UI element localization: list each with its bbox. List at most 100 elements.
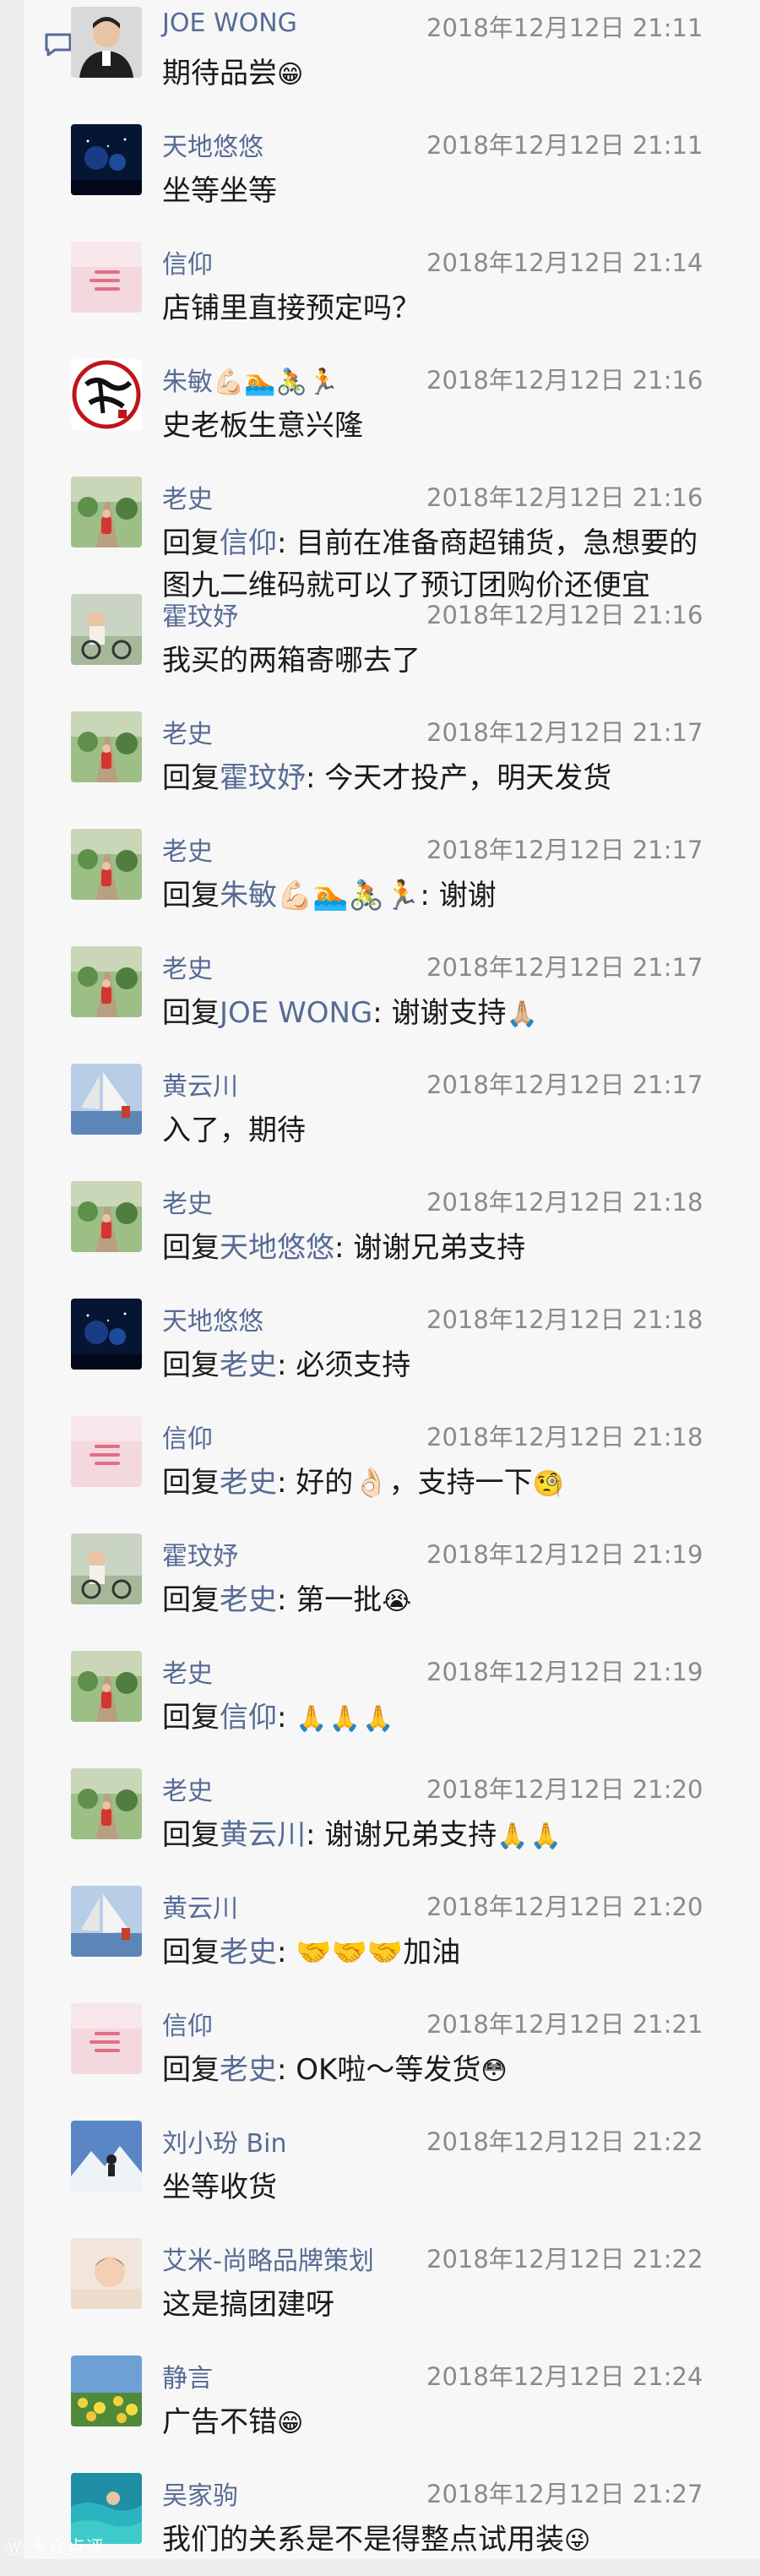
reply-to-name[interactable]: 信仰	[220, 526, 277, 560]
comment-item[interactable]: 朱敏💪🏻🏊🚴🏃 2018年12月12日 21:16 史老板生意兴隆	[0, 352, 760, 462]
comment-item[interactable]: 刘小玢 Bin 2018年12月12日 21:22 坐等收货	[0, 2114, 760, 2224]
emoji-icon: 🙏🙏	[497, 1822, 563, 1851]
avatar[interactable]	[71, 1886, 142, 1957]
avatar[interactable]	[71, 1299, 142, 1370]
comment-item[interactable]: JOE WONG 2018年12月12日 21:11 期待品尝😁	[0, 0, 760, 110]
reply-to-name[interactable]: 信仰	[220, 1701, 277, 1735]
comment-text: 回复JOE WONG: 谢谢支持🙏🏼	[162, 992, 711, 1036]
comment-item[interactable]: 老史 2018年12月12日 21:20 回复黄云川: 谢谢兄弟支持🙏🙏	[0, 1762, 760, 1871]
avatar[interactable]	[71, 2355, 142, 2426]
avatar[interactable]	[71, 1181, 142, 1252]
comment-body: 我买的两箱寄哪去了	[162, 644, 421, 678]
avatar[interactable]	[71, 946, 142, 1017]
comment-text: 回复朱敏💪🏻🏊🚴🏃: 谢谢	[162, 874, 711, 917]
avatar[interactable]	[71, 359, 142, 430]
comment-item[interactable]: 黄云川 2018年12月12日 21:20 回复老史: 🤝🤝🤝加油	[0, 1879, 760, 1989]
commenter-name[interactable]: 霍玟妤	[162, 1535, 238, 1572]
comment-text: 回复黄云川: 谢谢兄弟支持🙏🙏	[162, 1814, 711, 1858]
comment-timestamp: 2018年12月12日 21:27	[426, 2480, 703, 2508]
comment-item[interactable]: 老史 2018年12月12日 21:16 回复信仰: 目前在准备商超铺货，急想要的图…	[0, 470, 760, 602]
comment-text: 这是搞团建呀	[162, 2284, 711, 2326]
avatar[interactable]	[71, 1064, 142, 1135]
comment-item[interactable]: 老史 2018年12月12日 21:17 回复霍玟妤: 今天才投产，明天发货	[0, 705, 760, 814]
reply-to-name[interactable]: 老史	[220, 1348, 277, 1382]
comment-timestamp: 2018年12月12日 21:17	[426, 953, 703, 982]
avatar[interactable]	[71, 2121, 142, 2192]
commenter-name[interactable]: 信仰	[162, 243, 213, 280]
commenter-name[interactable]: 艾米-尚略品牌策划	[162, 2240, 374, 2277]
comment-item[interactable]: 霍玟妤 2018年12月12日 21:19 回复老史: 第一批😭	[0, 1527, 760, 1637]
comment-timestamp: 2018年12月12日 21:22	[426, 2245, 703, 2274]
comment-item[interactable]: 吴家驹 2018年12月12日 21:27 我们的关系是不是得整点试用装😜	[0, 2466, 760, 2576]
comment-item[interactable]: 艾米-尚略品牌策划 2018年12月12日 21:22 这是搞团建呀	[0, 2231, 760, 2341]
comment-timestamp: 2018年12月12日 21:16	[426, 483, 703, 512]
commenter-name[interactable]: 老史	[162, 831, 213, 868]
avatar[interactable]	[71, 711, 142, 782]
comment-text: 回复霍玟妤: 今天才投产，明天发货	[162, 757, 711, 799]
comment-timestamp: 2018年12月12日 21:16	[426, 366, 703, 395]
commenter-name[interactable]: 老史	[162, 713, 213, 750]
commenter-name[interactable]: 天地悠悠	[162, 1300, 263, 1337]
avatar[interactable]	[71, 7, 142, 78]
emoji-icon: 🙏🙏🙏	[296, 1704, 396, 1734]
commenter-name[interactable]: 老史	[162, 478, 213, 515]
commenter-name[interactable]: 老史	[162, 1183, 213, 1220]
commenter-name[interactable]: 老史	[162, 1770, 213, 1807]
avatar[interactable]	[71, 1416, 142, 1487]
reply-prefix: 回复	[162, 2053, 220, 2087]
avatar[interactable]	[71, 594, 142, 665]
watermark: Ⓦ 大众点评	[5, 2538, 104, 2559]
comment-item[interactable]: 老史 2018年12月12日 21:17 回复朱敏💪🏻🏊🚴🏃: 谢谢	[0, 822, 760, 932]
comment-timestamp: 2018年12月12日 21:21	[426, 2010, 703, 2039]
comment-body: 广告不错	[162, 2405, 277, 2439]
commenter-name[interactable]: 吴家驹	[162, 2475, 238, 2512]
comment-item[interactable]: 信仰 2018年12月12日 21:18 回复老史: 好的👌🏻，支持一下🧐	[0, 1409, 760, 1519]
comment-item[interactable]: 天地悠悠 2018年12月12日 21:18 回复老史: 必须支持	[0, 1292, 760, 1402]
avatar[interactable]	[71, 2238, 142, 2309]
commenter-name[interactable]: 黄云川	[162, 1887, 238, 1925]
comment-timestamp: 2018年12月12日 21:16	[426, 601, 703, 629]
commenter-name[interactable]: 朱敏💪🏻🏊🚴🏃	[162, 361, 339, 398]
commenter-name[interactable]: 老史	[162, 948, 213, 985]
commenter-name[interactable]: 黄云川	[162, 1065, 238, 1103]
comment-item[interactable]: 静言 2018年12月12日 21:24 广告不错😁	[0, 2349, 760, 2459]
avatar[interactable]	[71, 1651, 142, 1722]
reply-to-name[interactable]: 老史	[220, 1466, 277, 1500]
commenter-name[interactable]: 老史	[162, 1653, 213, 1690]
avatar[interactable]	[71, 124, 142, 195]
commenter-name[interactable]: 天地悠悠	[162, 126, 263, 163]
reply-prefix: 回复	[162, 1348, 220, 1382]
comment-body: 期待品尝	[162, 57, 277, 90]
comment-text: 入了，期待	[162, 1109, 711, 1152]
comment-timestamp: 2018年12月12日 21:17	[426, 718, 703, 747]
commenter-name[interactable]: 静言	[162, 2357, 213, 2394]
reply-to-name[interactable]: 霍玟妤	[220, 761, 306, 795]
comment-item[interactable]: 霍玟妤 2018年12月12日 21:16 我买的两箱寄哪去了	[0, 587, 760, 697]
reply-to-name[interactable]: 老史	[220, 2053, 277, 2087]
commenter-name[interactable]: 霍玟妤	[162, 596, 238, 633]
commenter-name[interactable]: JOE WONG	[162, 8, 297, 38]
reply-to-name[interactable]: 黄云川	[220, 1818, 306, 1852]
reply-to-name[interactable]: 老史	[220, 1583, 277, 1617]
comment-item[interactable]: 信仰 2018年12月12日 21:14 店铺里直接预定吗？	[0, 235, 760, 345]
reply-to-name[interactable]: 老史	[220, 1936, 277, 1969]
reply-to-name[interactable]: 朱敏💪🏻🏊🚴🏃	[220, 879, 420, 912]
reply-to-name[interactable]: 天地悠悠	[220, 1231, 334, 1265]
avatar[interactable]	[71, 477, 142, 547]
comment-item[interactable]: 老史 2018年12月12日 21:17 回复JOE WONG: 谢谢支持🙏🏼	[0, 939, 760, 1049]
comment-timestamp: 2018年12月12日 21:17	[426, 836, 703, 864]
commenter-name[interactable]: 刘小玢 Bin	[162, 2122, 286, 2159]
avatar[interactable]	[71, 1768, 142, 1839]
commenter-name[interactable]: 信仰	[162, 2005, 213, 2042]
comment-item[interactable]: 信仰 2018年12月12日 21:21 回复老史: OK啦～等发货😳	[0, 1996, 760, 2106]
avatar[interactable]	[71, 1533, 142, 1604]
avatar[interactable]	[71, 242, 142, 313]
comment-item[interactable]: 老史 2018年12月12日 21:19 回复信仰: 🙏🙏🙏	[0, 1644, 760, 1754]
avatar[interactable]	[71, 2003, 142, 2074]
commenter-name[interactable]: 信仰	[162, 1418, 213, 1455]
comment-item[interactable]: 老史 2018年12月12日 21:18 回复天地悠悠: 谢谢兄弟支持	[0, 1174, 760, 1284]
comment-item[interactable]: 天地悠悠 2018年12月12日 21:11 坐等坐等	[0, 117, 760, 227]
comment-item[interactable]: 黄云川 2018年12月12日 21:17 入了，期待	[0, 1057, 760, 1167]
reply-to-name[interactable]: JOE WONG	[220, 996, 372, 1030]
avatar[interactable]	[71, 829, 142, 900]
